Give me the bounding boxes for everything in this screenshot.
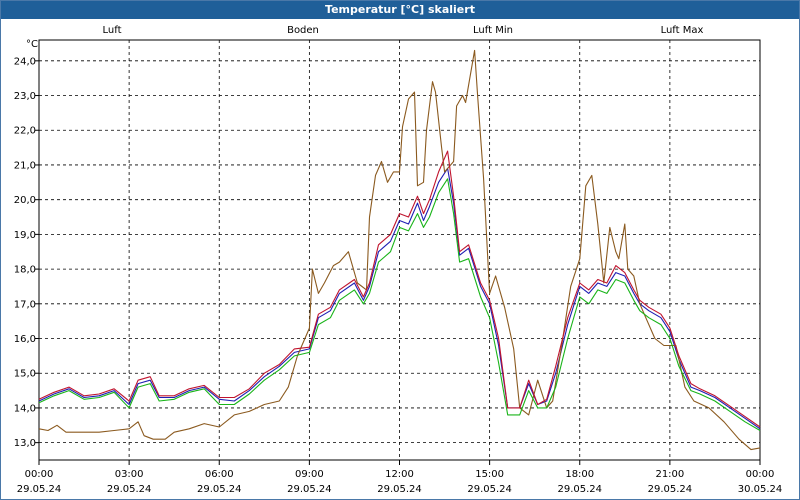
y-axis-ticks: 13,0 14,0 15,0 16,0 17,0 18,0 19,0 20,0 21,0 22,0… [14, 56, 39, 449]
y-tick-label: 24,0 [14, 56, 36, 67]
x-tick-date: 29.05.24 [377, 484, 422, 495]
x-tick-date: 30.05.24 [738, 484, 783, 495]
legend-item-luft-max: Luft Max [661, 25, 704, 36]
x-tick-date: 29.05.24 [107, 484, 152, 495]
y-tick-label: 23,0 [14, 91, 36, 102]
y-tick-label: 18,0 [14, 265, 36, 276]
legend-item-luft: Luft [103, 25, 122, 36]
x-tick-date: 29.05.24 [648, 484, 693, 495]
y-tick-label: 20,0 [14, 195, 36, 206]
x-tick-time: 12:00 [385, 469, 414, 480]
legend: Luft Boden Luft Min Luft Max [103, 25, 704, 36]
y-tick-label: 19,0 [14, 230, 36, 241]
y-tick-label: 22,0 [14, 126, 36, 137]
x-tick-time: 00:00 [25, 469, 54, 480]
x-axis-ticks: 00:00 29.05.24 03:00 29.05.24 06:00 29.05.24 0… [17, 460, 783, 495]
y-tick-label: 13,0 [14, 438, 36, 449]
x-tick-date: 29.05.24 [557, 484, 602, 495]
x-tick-time: 15:00 [475, 469, 504, 480]
x-tick-time: 18:00 [565, 469, 594, 480]
temperature-chart: 13,0 14,0 15,0 16,0 17,0 18,0 19,0 20,0 21,0 22,0… [14, 25, 783, 495]
x-tick-date: 29.05.24 [287, 484, 332, 495]
y-tick-label: 17,0 [14, 299, 36, 310]
x-tick-date: 29.05.24 [17, 484, 62, 495]
x-tick-time: 09:00 [295, 469, 324, 480]
legend-item-luft-min: Luft Min [473, 25, 513, 36]
y-tick-label: 15,0 [14, 369, 36, 380]
x-tick-time: 21:00 [655, 469, 684, 480]
y-tick-label: 16,0 [14, 334, 36, 345]
x-tick-time: 03:00 [115, 469, 144, 480]
x-tick-time: 00:00 [746, 469, 775, 480]
legend-item-boden: Boden [287, 25, 319, 36]
y-tick-label: 14,0 [14, 403, 36, 414]
y-axis-unit: °C [26, 39, 38, 50]
x-tick-date: 29.05.24 [197, 484, 242, 495]
x-tick-date: 29.05.24 [467, 484, 512, 495]
x-tick-time: 06:00 [205, 469, 234, 480]
y-tick-label: 21,0 [14, 160, 36, 171]
